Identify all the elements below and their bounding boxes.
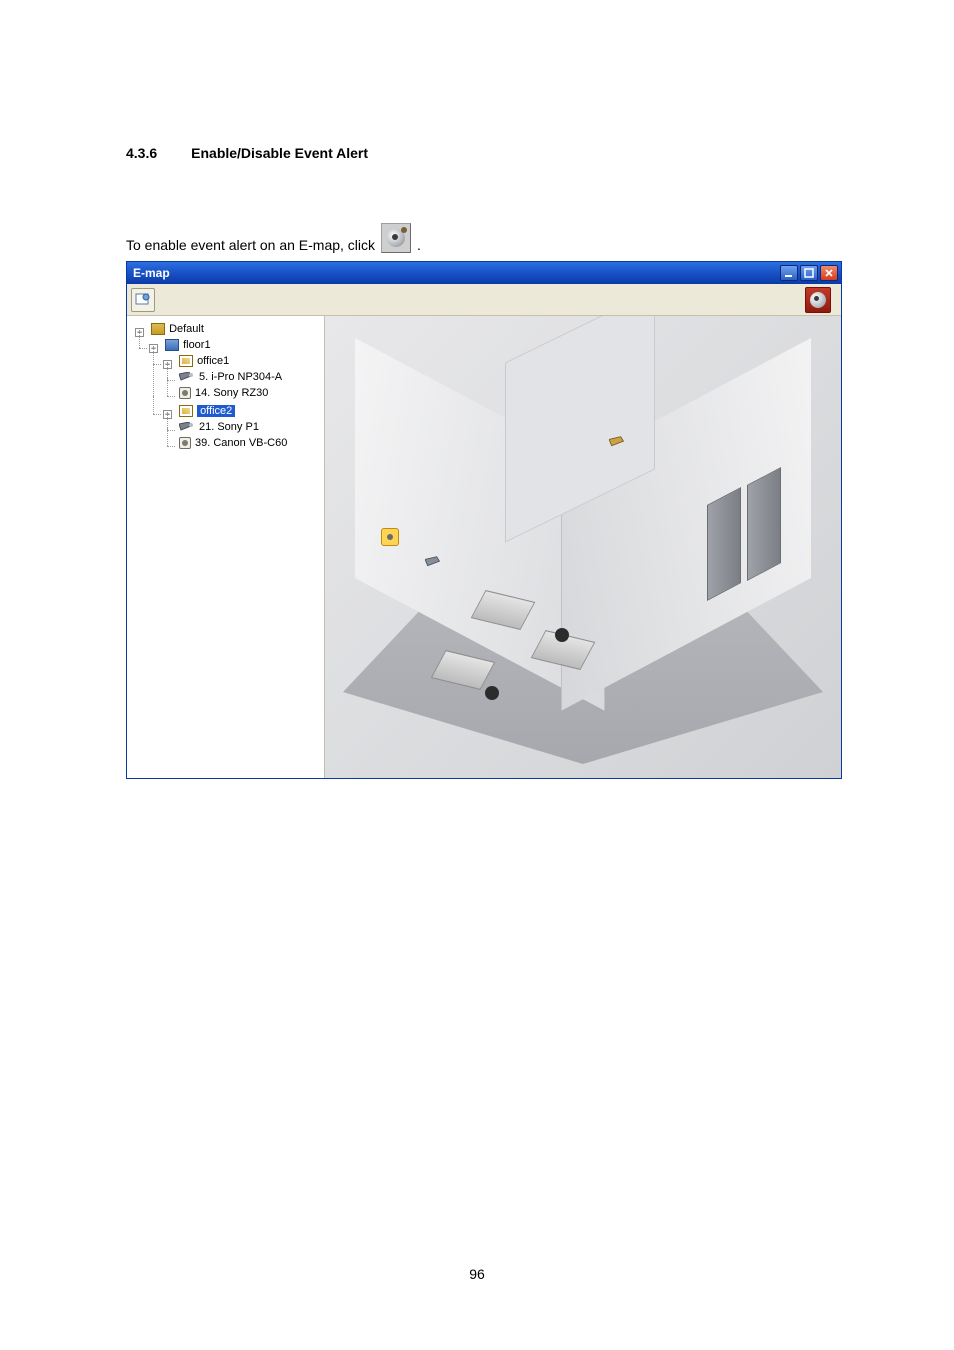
tree-camera[interactable]: 5. i-Pro NP304-A <box>177 371 284 383</box>
section-number: 4.3.6 <box>126 145 157 161</box>
tree-office2[interactable]: office2 <box>177 405 237 417</box>
window-titlebar[interactable]: E-map <box>127 262 841 284</box>
floor-icon <box>165 339 179 351</box>
tree-camera[interactable]: 39. Canon VB-C60 <box>177 437 289 449</box>
camera-marker-dome[interactable] <box>381 528 399 546</box>
camera-marker-ptz[interactable] <box>425 554 443 572</box>
tree-label: 14. Sony RZ30 <box>195 387 268 399</box>
toolbar <box>127 284 841 316</box>
body-suffix: . <box>417 237 421 253</box>
camera-marker-ptz[interactable] <box>609 434 627 452</box>
event-alert-toggle-button[interactable] <box>805 287 831 313</box>
map-icon <box>179 355 193 367</box>
dome-camera-icon <box>179 387 191 399</box>
tree-camera[interactable]: 21. Sony P1 <box>177 421 261 433</box>
tree-label: Default <box>169 323 204 335</box>
section-title: Enable/Disable Event Alert <box>191 145 368 161</box>
tree-office1[interactable]: office1 <box>177 355 231 367</box>
emap-window: E-map <box>126 261 842 779</box>
page-number: 96 <box>0 1266 954 1282</box>
tree-label: 5. i-Pro NP304-A <box>199 371 282 383</box>
tree-pane[interactable]: − Default − floor1 <box>127 316 325 778</box>
body-text: To enable event alert on an E-map, click… <box>126 223 844 253</box>
map-icon <box>179 405 193 417</box>
tree-label: 39. Canon VB-C60 <box>195 437 287 449</box>
ptz-camera-icon <box>179 422 195 432</box>
close-button[interactable] <box>820 265 838 281</box>
tree-label-selected: office2 <box>197 405 235 417</box>
minimize-button[interactable] <box>780 265 798 281</box>
building-icon <box>151 323 165 335</box>
tree-label: office1 <box>197 355 229 367</box>
maximize-button[interactable] <box>800 265 818 281</box>
event-alert-icon <box>381 223 411 253</box>
map-canvas[interactable] <box>325 316 841 778</box>
ptz-camera-icon <box>179 372 195 382</box>
office-isometric <box>325 316 841 778</box>
dome-camera-icon <box>179 437 191 449</box>
tree-label: floor1 <box>183 339 211 351</box>
tree-root[interactable]: Default <box>149 323 206 335</box>
section-heading: 4.3.6 Enable/Disable Event Alert <box>126 145 844 161</box>
tree-label: 21. Sony P1 <box>199 421 259 433</box>
tree-floor[interactable]: floor1 <box>163 339 213 351</box>
tree-camera[interactable]: 14. Sony RZ30 <box>177 387 270 399</box>
body-prefix: To enable event alert on an E-map, click <box>126 237 375 253</box>
map-edit-button[interactable] <box>131 288 155 312</box>
window-title: E-map <box>133 266 170 280</box>
